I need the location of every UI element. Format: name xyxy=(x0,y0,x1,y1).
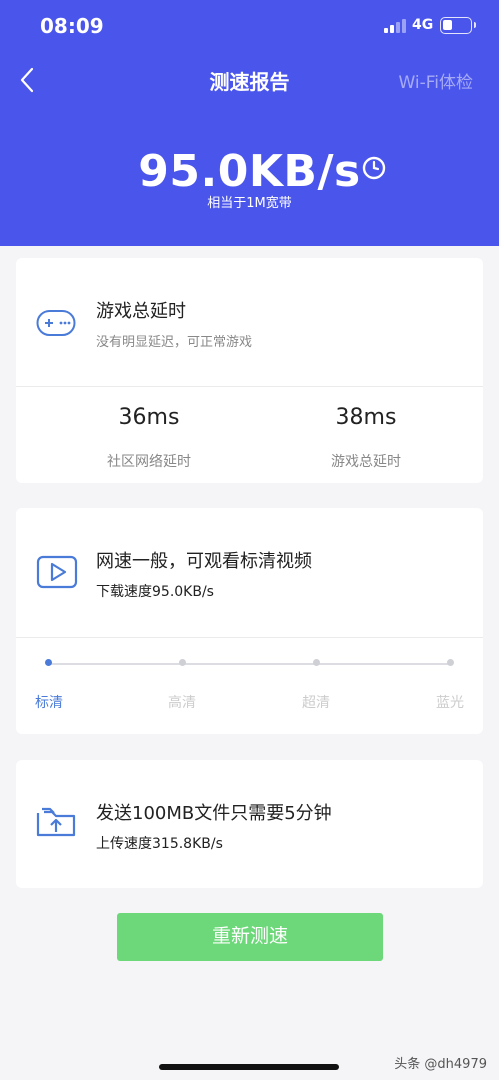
community-latency-value: 36ms xyxy=(118,405,180,430)
quality-track xyxy=(48,663,450,665)
clock-icon[interactable] xyxy=(362,156,386,180)
speed-value: 95.0KB/s xyxy=(138,146,361,197)
retest-button[interactable]: 重新测速 xyxy=(117,913,383,961)
community-latency-label: 社区网络延时 xyxy=(107,454,191,470)
game-card-subtitle: 没有明显延迟，可正常游戏 xyxy=(96,335,253,350)
upload-speed: 上传速度315.8KB/s xyxy=(96,836,223,852)
quality-dot-sd xyxy=(45,659,52,666)
quality-label-fhd: 超清 xyxy=(302,695,330,711)
video-quality-card: 网速一般，可观看标清视频 下载速度95.0KB/s 标清 高清 超清 蓝光 xyxy=(16,508,483,734)
quality-label-hd: 高清 xyxy=(168,695,196,711)
speed-header: 08:09 4G 测速报告 Wi-Fi体检 95.0KB/s 相当于1M宽带 xyxy=(0,0,499,246)
download-speed: 下载速度95.0KB/s xyxy=(96,584,214,600)
home-indicator xyxy=(159,1064,339,1070)
upload-folder-icon xyxy=(36,807,76,837)
nav-bar: 测速报告 Wi-Fi体检 xyxy=(0,54,499,106)
video-play-icon xyxy=(36,555,78,589)
quality-label-bluray: 蓝光 xyxy=(436,695,464,711)
gamepad-icon xyxy=(36,310,76,336)
game-latency-value: 38ms xyxy=(335,405,397,430)
battery-icon xyxy=(440,17,476,34)
upload-card-title: 发送100MB文件只需要5分钟 xyxy=(96,803,332,824)
signal-icon xyxy=(384,19,406,33)
network-type: 4G xyxy=(412,17,434,33)
game-card-title: 游戏总延时 xyxy=(96,301,186,322)
game-latency-label: 游戏总延时 xyxy=(331,454,401,470)
video-card-title: 网速一般，可观看标清视频 xyxy=(96,551,312,572)
status-bar: 08:09 4G xyxy=(0,0,499,54)
speed-display: 95.0KB/s xyxy=(0,146,499,197)
wifi-check-link[interactable]: Wi-Fi体检 xyxy=(398,68,473,93)
quality-dot-fhd xyxy=(313,659,320,666)
status-time: 08:09 xyxy=(40,14,104,38)
watermark: 头条 @dh4979 xyxy=(394,1057,487,1072)
quality-label-sd: 标清 xyxy=(35,695,63,711)
divider xyxy=(16,637,483,638)
bandwidth-equivalent: 相当于1M宽带 xyxy=(207,196,292,211)
upload-card: 发送100MB文件只需要5分钟 上传速度315.8KB/s xyxy=(16,760,483,888)
quality-dot-hd xyxy=(179,659,186,666)
divider xyxy=(16,386,483,387)
game-latency-card: 游戏总延时 没有明显延迟，可正常游戏 36ms 社区网络延时 38ms 游戏总延… xyxy=(16,258,483,483)
quality-dot-bluray xyxy=(447,659,454,666)
